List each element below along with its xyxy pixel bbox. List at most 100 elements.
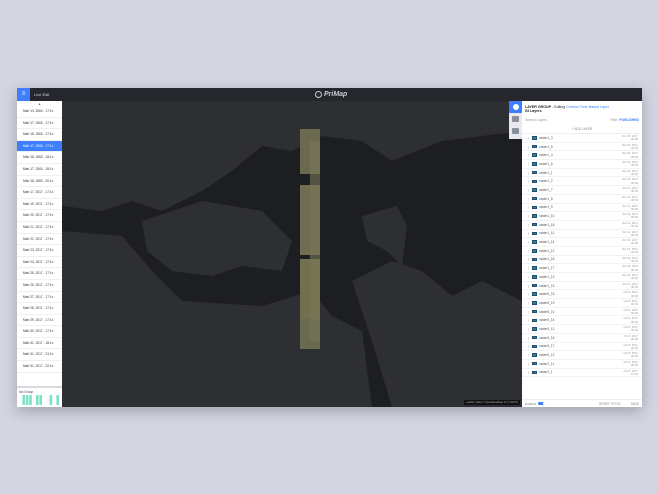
timeline-item[interactable]: Mart 31, 2017 - 22:1x [17, 361, 62, 373]
layer-row[interactable]: ⋮ raster1_17 Oct 13, 2017 00:00 [522, 264, 642, 273]
layer-name-link[interactable]: Cebrüm Time Based Layer [566, 105, 609, 109]
map-canvas[interactable] [62, 101, 522, 407]
layer-row[interactable]: ⋮ raster5_17 Oct 6, 2017 00:00 [522, 343, 642, 352]
drag-handle-icon[interactable]: ⋮ [527, 275, 530, 279]
layer-row[interactable]: ⋮ raster5_14 Oct 6, 2017 00:00 [522, 316, 642, 326]
drag-handle-icon[interactable]: ⋮ [527, 327, 530, 331]
add-layer-button[interactable]: + ADD LAYER [522, 127, 642, 134]
drag-handle-icon[interactable]: ⋮ [527, 362, 530, 366]
layer-row[interactable]: ⋮ raster1_4 Oct 15, 2017 00:00 [522, 151, 642, 161]
drag-handle-icon[interactable]: ⋮ [527, 257, 530, 261]
layer-group-panel: LAYER GROUP - Editing Cebrüm Time Based … [522, 101, 642, 407]
timeline-item[interactable]: Mart 23, 2017 - 17:1x [17, 245, 62, 257]
drag-handle-icon[interactable]: ⋮ [527, 344, 530, 348]
layer-row[interactable]: ⋮ raster1_7 Oct 14, 2017 00:00 [522, 186, 642, 195]
drag-handle-icon[interactable]: ⋮ [527, 197, 530, 201]
autorun-toggle[interactable] [538, 401, 547, 406]
map-attribution[interactable]: Leaflet | Data © OpenStreetMap & © CARTO [464, 400, 520, 405]
menu-button[interactable]: ≡ [17, 88, 30, 101]
timeline-item[interactable]: Mart 30, 2017 - 17:1x [17, 326, 62, 338]
timeline-item[interactable]: Mart 24, 2017 - 17:1x [17, 257, 62, 269]
search-layers-input[interactable]: Search Layers [525, 118, 547, 122]
layer-row[interactable]: ⋮ raster2_11 Oct 6, 2017 00:00 [522, 360, 642, 369]
drag-handle-icon[interactable]: ⋮ [527, 231, 530, 235]
layer-row[interactable]: ⋮ raster2_1 Oct 5, 2017 13:00 [522, 369, 642, 378]
live-edit-label[interactable]: Live Edit [34, 92, 49, 97]
layer-row[interactable]: ⋮ raster5_18 Oct 6, 2017 00:00 [522, 290, 642, 300]
reset-style-button[interactable]: RESET STYLE [599, 402, 621, 406]
layer-row[interactable]: ⋮ raster1_1 Oct 15, 2017 00:00 [522, 169, 642, 178]
drag-handle-icon[interactable]: ⋮ [527, 171, 530, 175]
map-view[interactable]: Leaflet | Data © OpenStreetMap & © CARTO [62, 101, 522, 407]
drag-handle-icon[interactable]: ⋮ [527, 284, 530, 288]
drag-handle-icon[interactable]: ⋮ [527, 214, 530, 218]
drag-handle-icon[interactable]: ⋮ [527, 136, 530, 140]
layer-row[interactable]: ⋮ raster1_11 Oct 13, 2017 00:00 [522, 230, 642, 239]
timeline-item[interactable]: Mart 31, 2017 - 21:1x [17, 349, 62, 362]
timeline-item[interactable]: Mart 18, 2060 - 20:1x [17, 176, 62, 188]
drag-handle-icon[interactable]: ⋮ [527, 292, 530, 296]
layer-row[interactable]: ⋮ raster1_5 Oct 15, 2017 00:00 [522, 143, 642, 152]
timeline-item[interactable]: Mart 31, 2017 - 18:1x [17, 338, 62, 350]
drag-handle-icon[interactable]: ⋮ [527, 240, 530, 244]
timeline-item[interactable]: Mart 28, 2017 - 17:1x [17, 303, 62, 315]
drag-handle-icon[interactable]: ⋮ [527, 249, 530, 253]
layer-row[interactable]: ⋮ raster5_16 Oct 6, 2017 00:00 [522, 334, 642, 343]
timeline-item[interactable]: Mart 18, 2060 - 18:1x [17, 152, 62, 164]
layer-row[interactable]: ⋮ raster5_12 Oct 6, 2017 00:00 [522, 325, 642, 334]
satellite-raster-strip[interactable] [300, 129, 320, 349]
timeline-item[interactable]: Mart 18, 2060 - 17:1x [17, 129, 62, 141]
timeline-item[interactable]: Mart 22, 2017 - 17:1x [17, 234, 62, 246]
drag-handle-icon[interactable]: ⋮ [527, 153, 530, 157]
layer-date-time: 00:00 [631, 276, 638, 281]
timeline-item[interactable]: Mart 20, 2017 - 17:1x [17, 210, 62, 222]
drag-handle-icon[interactable]: ⋮ [527, 188, 530, 192]
layer-row[interactable]: ⋮ raster5_19 Oct 6, 2017 00:00 [522, 299, 642, 308]
layer-row[interactable]: ⋮ raster1_12 Oct 13, 2017 00:00 [522, 247, 642, 256]
layer-row[interactable]: ⋮ raster1_8 Oct 14, 2017 00:00 [522, 195, 642, 204]
drag-handle-icon[interactable]: ⋮ [527, 205, 530, 209]
drag-handle-icon[interactable]: ⋮ [527, 162, 530, 166]
timeline-item[interactable]: Mart 19, 2017 - 17:1x [17, 199, 62, 211]
layer-row[interactable]: ⋮ raster1_14 Oct 13, 2017 00:00 [522, 238, 642, 247]
drag-handle-icon[interactable]: ⋮ [527, 353, 530, 357]
timeline-item[interactable]: Mart 21, 2017 - 17:1x [17, 222, 62, 234]
timeline-item[interactable]: Mart 17, 2060 - 17:1x [17, 140, 64, 153]
ion-bar [36, 395, 39, 405]
timeline-item[interactable]: Mart 27, 2017 - 17:1x [17, 292, 62, 304]
drag-handle-icon[interactable]: ⋮ [527, 145, 530, 149]
timeline-item[interactable]: Mart 17, 2060 - 18:1x [17, 164, 62, 176]
layer-row[interactable]: ⋮ raster1_16 Oct 13, 2017 00:00 [522, 256, 642, 265]
drag-handle-icon[interactable]: ⋮ [527, 179, 530, 183]
drag-handle-icon[interactable]: ⋮ [527, 370, 530, 374]
layer-row[interactable]: ⋮ raster1_3 Oct 15, 2017 00:00 [522, 134, 642, 143]
timeline-item[interactable]: Mart 17, 2060 - 17:1x [17, 118, 62, 130]
layer-row[interactable]: ⋮ raster1_18 Oct 13, 2017 00:00 [522, 221, 642, 230]
layer-row[interactable]: ⋮ raster1_2 Oct 15, 2017 00:00 [522, 177, 642, 187]
layer-row[interactable]: ⋮ raster5_13 Oct 6, 2017 00:00 [522, 351, 642, 360]
layer-row[interactable]: ⋮ raster1_13 Oct 13, 2017 00:00 [522, 273, 642, 282]
timeline-item[interactable]: Mart 17, 2017 - 17:1x [17, 187, 62, 199]
drag-handle-icon[interactable]: ⋮ [527, 336, 530, 340]
layers-tab[interactable] [509, 101, 522, 113]
filter-value[interactable]: PUBLISHED [619, 118, 639, 122]
gallery-tab[interactable] [509, 125, 522, 137]
image-tab[interactable] [509, 113, 522, 125]
timeline-item[interactable]: Mart 25, 2017 - 17:1x [17, 268, 62, 280]
layer-row[interactable]: ⋮ raster1_10 Oct 13, 2017 00:00 [522, 212, 642, 221]
save-button[interactable]: SAVE [631, 402, 639, 406]
layer-row[interactable]: ⋮ raster1_6 Oct 15, 2017 00:00 [522, 160, 642, 169]
timeline-item[interactable]: Mart 13, 2060 - 17:1x [17, 106, 62, 118]
layer-row[interactable]: ⋮ raster1_9 Oct 14, 2017 00:00 [522, 204, 642, 213]
timeline-item[interactable]: Mart 26, 2017 - 17:1x [17, 280, 62, 292]
layer-row[interactable]: ⋮ raster5_10 Oct 6, 2017 00:00 [522, 308, 642, 317]
timeline-item[interactable]: Mart 29, 2017 - 17:1x [17, 315, 62, 327]
drag-handle-icon[interactable]: ⋮ [527, 310, 530, 314]
drag-handle-icon[interactable]: ⋮ [527, 266, 530, 270]
filter[interactable]: Filter: PUBLISHED [610, 118, 639, 122]
drag-handle-icon[interactable]: ⋮ [527, 301, 530, 305]
drag-handle-icon[interactable]: ⋮ [527, 223, 530, 227]
layer-row[interactable]: ⋮ raster1_15 Oct 14, 2017 00:00 [522, 282, 642, 291]
drag-handle-icon[interactable]: ⋮ [527, 318, 530, 322]
layer-name: raster2_1 [539, 370, 553, 375]
